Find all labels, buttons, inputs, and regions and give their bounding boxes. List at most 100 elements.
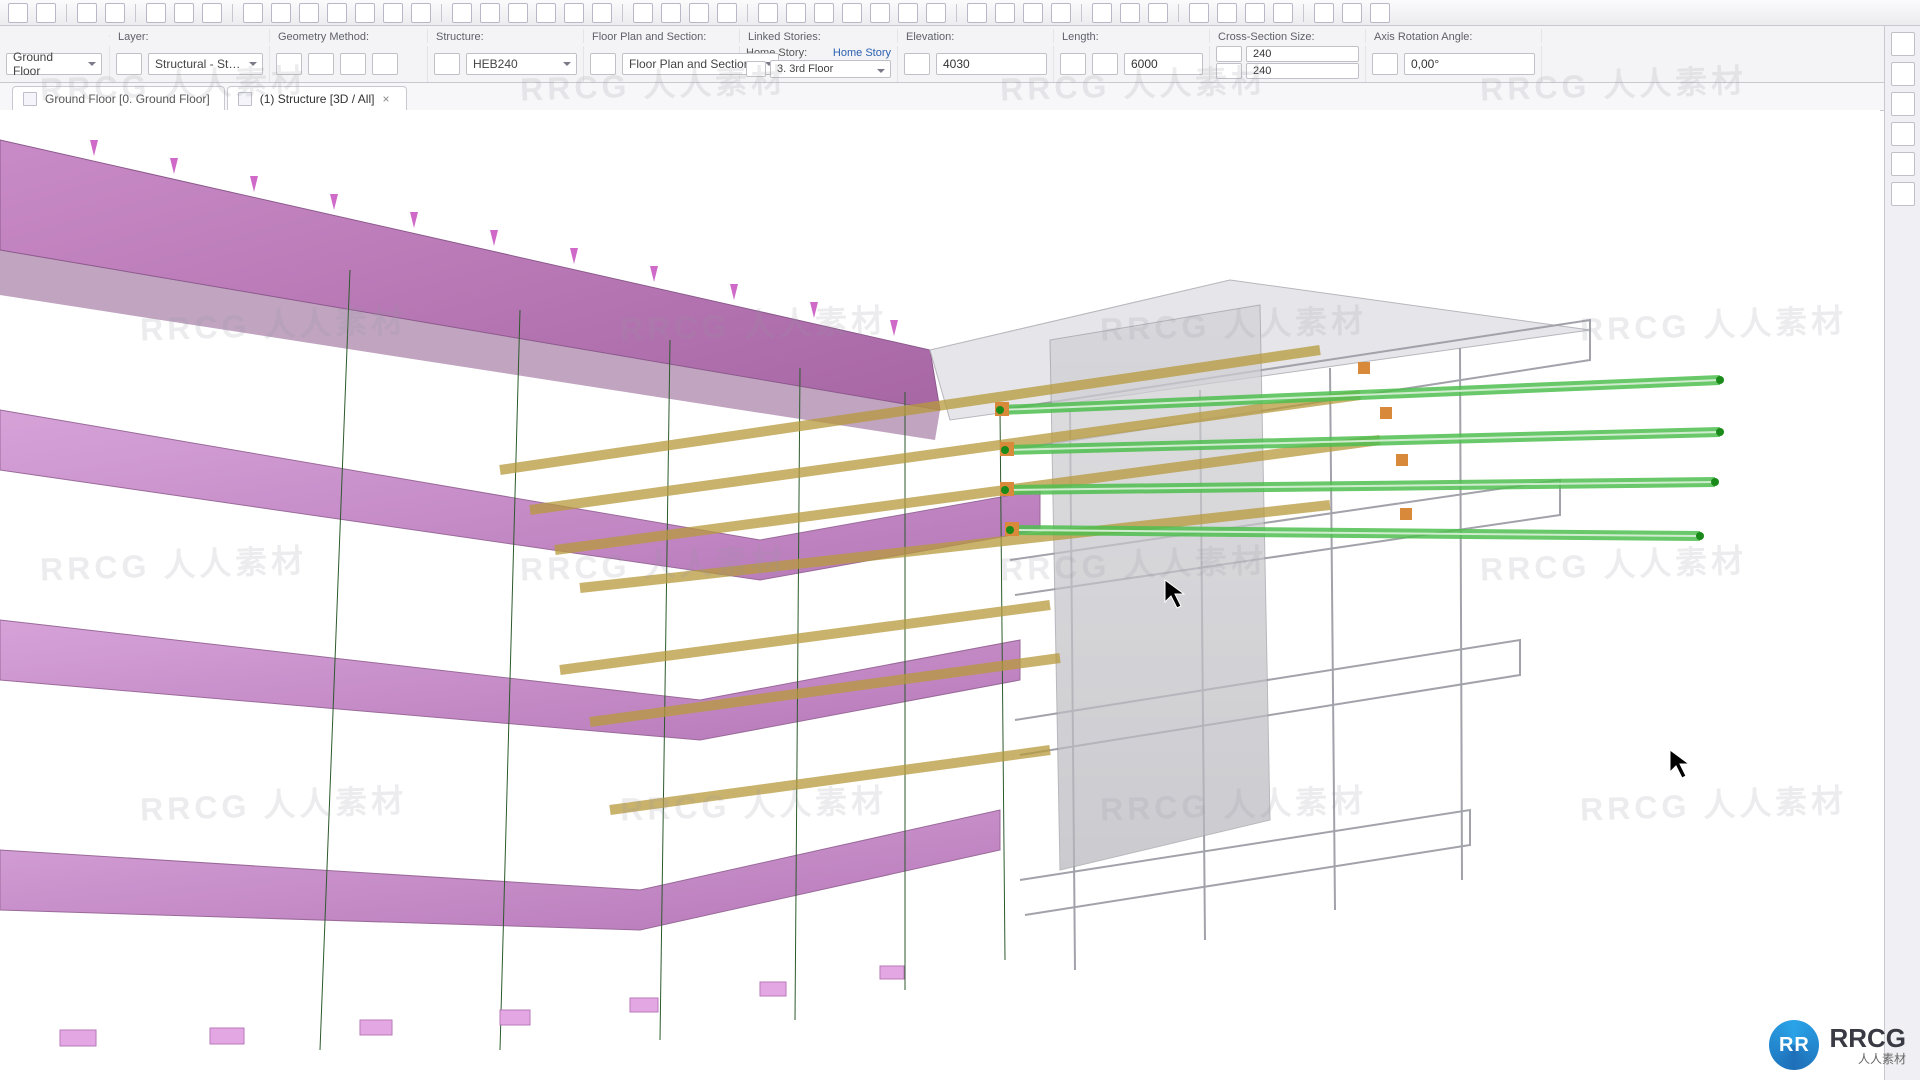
section-icon[interactable] [814,3,834,23]
split-icon[interactable] [299,3,319,23]
elevation-input[interactable]: 4030 [936,53,1047,75]
orbit-icon[interactable] [995,3,1015,23]
separator [135,4,136,22]
look-icon[interactable] [1051,3,1071,23]
layout-icon[interactable] [926,3,946,23]
structure-label: Structure: [428,29,584,43]
elevation-value: 4030 [943,57,970,71]
undo-icon[interactable] [77,3,97,23]
tab-ground-floor[interactable]: Ground Floor [0. Ground Floor] [12,86,225,110]
elevation-ref-icon[interactable] [904,53,930,75]
layer-select[interactable]: Structural - Steel Column (3D / All) [148,53,263,75]
dock-quick-icon[interactable] [1891,152,1915,176]
geometry-method-label: Geometry Method: [270,29,428,43]
elevation-icon[interactable] [842,3,862,23]
floorplan-select-text: Floor Plan and Section... [629,57,760,71]
rotate-icon[interactable] [508,3,528,23]
fillet-icon[interactable] [383,3,403,23]
layer-label: Layer: [110,29,270,43]
axis-rotation-input[interactable]: 0,00° [1404,53,1535,75]
layer-visibility-icon[interactable] [116,53,142,75]
home-story-select[interactable]: 3. 3rd Floor [770,60,891,78]
explore-icon[interactable] [967,3,987,23]
render-icon[interactable] [1245,3,1265,23]
drag-icon[interactable] [480,3,500,23]
axis-rotation-icon[interactable] [1372,53,1398,75]
length-label: Length: [1054,29,1210,43]
dock-options-icon[interactable] [1891,122,1915,146]
dock-toolbox-icon[interactable] [1891,182,1915,206]
home-icon[interactable] [717,3,737,23]
structure-profile-select[interactable]: HEB240 [466,53,577,75]
3d-tab-icon [238,92,252,106]
3d-window-icon[interactable] [786,3,806,23]
geometry-complex-icon[interactable] [372,53,398,75]
grid-icon[interactable] [146,3,166,23]
length-mode-icon[interactable] [1092,53,1118,75]
open-view-icon[interactable] [758,3,778,23]
length-lock-icon[interactable] [1060,53,1086,75]
guides-icon[interactable] [202,3,222,23]
xsect-height-icon [1216,63,1242,79]
redo-icon[interactable] [105,3,125,23]
favorite-label-cell [0,35,110,37]
worksheet-icon[interactable] [898,3,918,23]
modify-icon[interactable] [689,3,709,23]
axis-rotation-angle-label: Axis Rotation Angle: [1366,29,1542,43]
snap-icon[interactable] [174,3,194,23]
hide-icon[interactable] [1370,3,1390,23]
length-value: 6000 [1131,57,1158,71]
close-tab-icon[interactable]: × [382,94,392,104]
dock-trace-icon[interactable] [1891,62,1915,86]
adjust-icon[interactable] [327,3,347,23]
align-icon[interactable] [633,3,653,23]
home-story-select-text: 3. 3rd Floor [777,63,833,75]
multiply-icon[interactable] [592,3,612,23]
3d-style-icon[interactable] [1092,3,1112,23]
distribute-icon[interactable] [661,3,681,23]
tab-structure-3d[interactable]: (1) Structure [3D / All] × [227,86,408,110]
cross-section-size-label: Cross-Section Size: [1210,29,1366,43]
profile-icon[interactable] [434,53,460,75]
view-tabs: Ground Floor [0. Ground Floor] (1) Struc… [0,83,1920,111]
xsect-height-value: 240 [1253,65,1271,77]
xsect-width-input[interactable]: 240 [1246,46,1359,62]
trim-icon[interactable] [271,3,291,23]
favorite-select[interactable]: Ground Floor [6,53,102,75]
isolate-icon[interactable] [1342,3,1362,23]
camera-icon[interactable] [1273,3,1293,23]
geometry-slanted-icon[interactable] [340,53,366,75]
sun-icon[interactable] [1217,3,1237,23]
dock-navigator-icon[interactable] [1891,32,1915,56]
measure-icon[interactable] [243,3,263,23]
story-link-icon [746,61,766,77]
separator [747,4,748,22]
favorite-select-text: Ground Floor [13,50,83,78]
separator [1178,4,1179,22]
marquee-tool-icon[interactable] [36,3,56,23]
geometry-simple-icon[interactable] [276,53,302,75]
detail-icon[interactable] [870,3,890,23]
geometry-rotated-icon[interactable] [308,53,334,75]
xsect-height-input[interactable]: 240 [1246,63,1359,79]
suspend-icon[interactable] [452,3,472,23]
ruler-icon[interactable] [1189,3,1209,23]
elevate-icon[interactable] [564,3,584,23]
cutplane-icon[interactable] [1148,3,1168,23]
show-all-icon[interactable] [1314,3,1334,23]
floorplan-settings-icon[interactable] [590,53,616,75]
mirror-icon[interactable] [536,3,556,23]
3d-viewport[interactable] [0,110,1880,1070]
offset-icon[interactable] [411,3,431,23]
linked-stories-label: Linked Stories: [740,29,898,43]
arrow-tool-icon[interactable] [8,3,28,23]
intersect-icon[interactable] [355,3,375,23]
separator [956,4,957,22]
separator [1303,4,1304,22]
walk-icon[interactable] [1023,3,1043,23]
separator [232,4,233,22]
dock-favs-icon[interactable] [1891,92,1915,116]
length-input[interactable]: 6000 [1124,53,1203,75]
home-story-link[interactable]: Home Story [833,47,891,59]
filter-icon[interactable] [1120,3,1140,23]
